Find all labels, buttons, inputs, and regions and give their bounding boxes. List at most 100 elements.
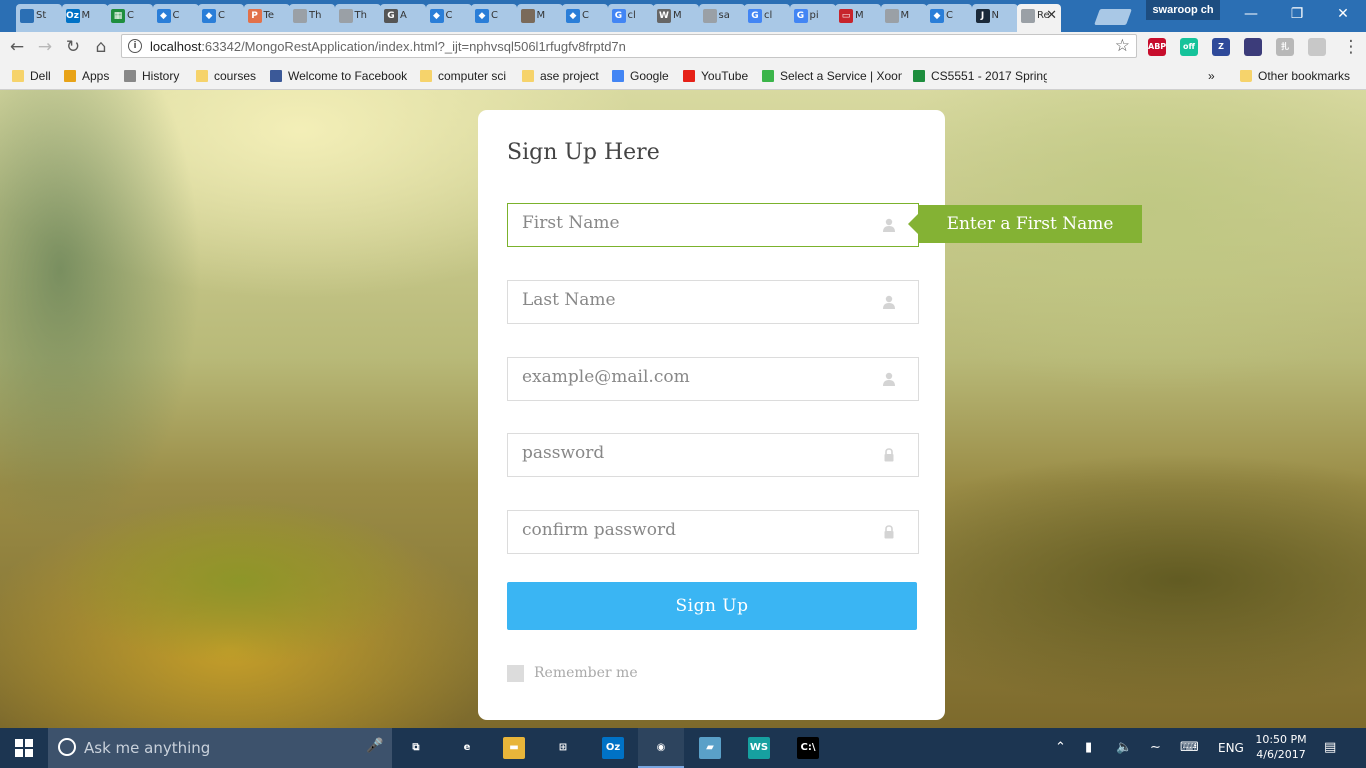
tab-active[interactable]: Re ✕	[1017, 4, 1061, 32]
first-name-input[interactable]	[508, 204, 918, 246]
store-icon: ⊞	[558, 742, 568, 753]
tab-title: Th	[354, 10, 367, 21]
browser-tab[interactable]: ◆ C	[471, 4, 517, 32]
browser-tab[interactable]: P Te	[243, 4, 290, 32]
shield-icon[interactable]	[1308, 38, 1326, 56]
bookmark-item[interactable]: Apps	[64, 68, 120, 84]
grammarly-icon[interactable]: off	[1180, 38, 1198, 56]
outlook-taskbar-button[interactable]: Oz	[590, 728, 636, 768]
password-input[interactable]	[508, 434, 918, 476]
remember-me-checkbox[interactable]	[507, 665, 524, 682]
bookmark-item[interactable]: courses	[196, 68, 260, 84]
translate-icon[interactable]: 扎	[1276, 38, 1294, 56]
store-taskbar-button[interactable]: ⊞	[540, 728, 586, 768]
browser-tab[interactable]: M	[516, 4, 563, 32]
browser-tab[interactable]: ◆ C	[425, 4, 472, 32]
zotero-icon[interactable]: Z	[1212, 38, 1230, 56]
reload-icon[interactable]: ↻	[62, 36, 84, 58]
google-icon: G	[748, 8, 762, 23]
restore-icon[interactable]: ❐	[1274, 0, 1320, 28]
bookmark-item[interactable]: Google	[612, 68, 676, 84]
adblock-plus-icon[interactable]: ABP	[1148, 38, 1166, 56]
last-name-field[interactable]	[507, 280, 919, 324]
browser-tab[interactable]: sa	[698, 4, 745, 32]
first-name-field[interactable]	[507, 203, 919, 247]
chrome-menu-icon[interactable]: ⋮	[1340, 36, 1362, 58]
browser-tab[interactable]: St	[16, 4, 62, 32]
browser-tab[interactable]: ◆ C	[562, 4, 608, 32]
browser-tab[interactable]: ◆ C	[926, 4, 972, 32]
minimize-icon[interactable]: —	[1228, 0, 1274, 28]
bookmark-item[interactable]: ase project	[522, 68, 602, 84]
confirm-password-input[interactable]	[508, 511, 918, 553]
forward-icon[interactable]: →	[34, 36, 56, 58]
sheets-icon: ▦	[111, 8, 125, 23]
microphone-icon[interactable]: 🎤	[366, 738, 383, 754]
bookmark-label: ase project	[540, 69, 599, 83]
close-window-icon[interactable]: ✕	[1320, 0, 1366, 28]
show-hidden-icons-icon[interactable]: ⌃	[1055, 740, 1066, 755]
tab-title: M	[855, 10, 864, 21]
browser-tab[interactable]: ◆ C	[198, 4, 244, 32]
tab-title: N	[991, 10, 999, 21]
bookmarks-overflow-icon[interactable]: »	[1208, 68, 1215, 84]
extension-icon[interactable]	[1244, 38, 1262, 56]
bookmark-star-icon[interactable]: ☆	[1115, 36, 1130, 56]
wifi-icon[interactable]: ∼	[1150, 740, 1161, 755]
bookmark-item[interactable]: Dell	[12, 68, 52, 84]
other-bookmarks[interactable]: Other bookmarks	[1240, 68, 1350, 84]
browser-tab[interactable]: ▭ M	[835, 4, 881, 32]
bookmark-item[interactable]: History	[124, 68, 188, 84]
notepad-taskbar-button[interactable]: ▰	[687, 728, 733, 768]
bookmark-label: Welcome to Facebook	[288, 69, 408, 83]
browser-tab[interactable]: GA	[380, 4, 426, 32]
browser-tab[interactable]: Th	[334, 4, 381, 32]
new-tab-button[interactable]	[1094, 9, 1132, 25]
browser-tab[interactable]: Gpi	[789, 4, 836, 32]
sign-up-button[interactable]: Sign Up	[507, 582, 917, 630]
home-icon[interactable]: ⌂	[90, 36, 112, 58]
clock[interactable]: 10:50 PM 4/6/2017	[1252, 732, 1310, 762]
bookmark-item[interactable]: YouTube	[683, 68, 753, 84]
webstorm-taskbar-button[interactable]: WS	[736, 728, 782, 768]
bookmark-item[interactable]: Welcome to Facebook	[270, 68, 408, 84]
last-name-input[interactable]	[508, 281, 918, 323]
task-view-taskbar-button[interactable]: ⧉	[393, 728, 439, 768]
edge-taskbar-button[interactable]: e	[444, 728, 490, 768]
password-field[interactable]	[507, 433, 919, 477]
task-view-icon: ⧉	[412, 742, 420, 753]
volume-icon[interactable]: 🔈	[1116, 740, 1132, 755]
email-input[interactable]	[508, 358, 918, 400]
browser-tab[interactable]: Th	[289, 4, 335, 32]
email-field[interactable]	[507, 357, 919, 401]
cortana-search-box[interactable]: Ask me anything 🎤	[48, 728, 392, 768]
terminal-taskbar-button[interactable]: C:\	[785, 728, 831, 768]
address-bar[interactable]: i localhost:63342/MongoRestApplication/i…	[121, 34, 1137, 58]
url-text[interactable]: localhost:63342/MongoRestApplication/ind…	[150, 39, 626, 54]
folder-icon	[522, 70, 534, 82]
browser-tab[interactable]: ◆ C	[152, 4, 199, 32]
back-icon[interactable]: ←	[6, 36, 28, 58]
bookmark-item[interactable]: CS5551 - 2017 Spring	[913, 68, 1047, 84]
language-indicator[interactable]: ENG	[1218, 741, 1244, 755]
file-explorer-icon: ▬	[503, 737, 525, 759]
battery-icon[interactable]: ▮	[1085, 740, 1092, 755]
confirm-password-field[interactable]	[507, 510, 919, 554]
browser-tab[interactable]: Gcl	[607, 4, 654, 32]
browser-tab[interactable]: Oz M	[61, 4, 108, 32]
close-tab-icon[interactable]: ✕	[1046, 8, 1057, 23]
browser-tab[interactable]: Gcl	[744, 4, 790, 32]
action-center-icon[interactable]: ▤	[1324, 740, 1336, 755]
keyboard-icon[interactable]: ⌨	[1180, 740, 1199, 755]
start-button[interactable]	[0, 728, 48, 768]
info-icon[interactable]: i	[128, 39, 142, 53]
browser-tab[interactable]: JN	[971, 4, 1018, 32]
browser-tab[interactable]: ▦ C	[107, 4, 153, 32]
bookmark-item[interactable]: Select a Service | Xoom	[762, 68, 902, 84]
bookmark-item[interactable]: computer sci	[420, 68, 510, 84]
profile-button[interactable]: swaroop ch	[1146, 0, 1220, 20]
browser-tab[interactable]: M	[880, 4, 927, 32]
chrome-taskbar-button[interactable]: ◉	[638, 728, 684, 768]
file-explorer-taskbar-button[interactable]: ▬	[491, 728, 537, 768]
browser-tab[interactable]: WM	[653, 4, 699, 32]
